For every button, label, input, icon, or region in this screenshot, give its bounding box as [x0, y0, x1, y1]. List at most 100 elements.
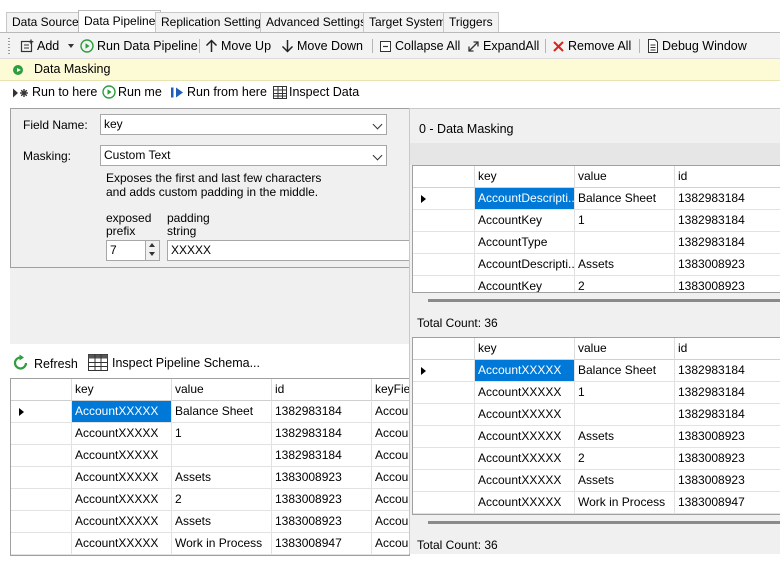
table-cell[interactable]: Work in Process [172, 533, 272, 555]
row-header[interactable] [413, 188, 475, 210]
table-cell[interactable]: 2 [575, 448, 675, 470]
table-cell[interactable]: Accour [372, 423, 409, 445]
table-row[interactable]: AccountXXXXX 1382983184 [413, 404, 780, 426]
table-cell[interactable]: 1383008923 [675, 448, 780, 470]
masked-data-grid[interactable]: key value id AccountXXXXX Balance Sheet 13… [412, 337, 780, 515]
table-cell[interactable]: AccountXXXXX [72, 489, 172, 511]
tab-triggers[interactable]: Triggers [443, 12, 499, 32]
table-cell[interactable]: Balance Sheet [575, 188, 675, 210]
table-row[interactable]: AccountXXXXX Balance Sheet 1382983184 Accou… [11, 401, 409, 423]
table-row[interactable]: AccountXXXXX 2 1383008923 Accour [11, 489, 409, 511]
toolbar-grip[interactable] [8, 38, 10, 54]
table-cell[interactable]: AccountXXXXX [475, 382, 575, 404]
debug-window-button[interactable]: Debug Window [647, 37, 747, 55]
column-header-keyfield[interactable]: keyFie [372, 379, 409, 401]
pipeline-step-row[interactable]: Data Masking [0, 59, 780, 81]
table-cell[interactable]: AccountXXXXX [475, 470, 575, 492]
column-header-value[interactable]: value [575, 166, 675, 188]
table-row[interactable]: AccountKey 2 1383008923 [413, 276, 780, 292]
table-cell[interactable]: AccountDescripti... [475, 254, 575, 276]
table-cell[interactable]: AccountXXXXX [72, 423, 172, 445]
tab-data-source[interactable]: Data Source [6, 12, 85, 32]
table-cell[interactable]: 1382983184 [675, 382, 780, 404]
row-header[interactable] [11, 511, 72, 533]
row-header[interactable] [413, 448, 475, 470]
table-cell[interactable]: AccountXXXXX [72, 511, 172, 533]
column-header-key[interactable]: key [475, 166, 575, 188]
pipeline-output-grid[interactable]: key value id keyFie AccountXXXXX Balance … [10, 378, 410, 556]
collapse-all-button[interactable]: Collapse All [379, 37, 460, 55]
table-cell[interactable]: 1383008923 [272, 467, 372, 489]
table-row[interactable]: AccountDescripti... Assets 1383008923 [413, 254, 780, 276]
table-cell[interactable]: 1383008947 [272, 533, 372, 555]
table-cell[interactable]: AccountXXXXX [72, 467, 172, 489]
table-row[interactable]: AccountXXXXX Work in Process 1383008947 Acc… [11, 533, 409, 555]
run-from-here-button[interactable]: Run from here [170, 85, 267, 99]
row-header[interactable] [11, 533, 72, 555]
run-to-here-button[interactable]: Run to here [12, 85, 97, 99]
tab-advanced-settings[interactable]: Advanced Settings [260, 12, 373, 32]
table-cell[interactable]: AccountXXXXX [475, 426, 575, 448]
table-cell[interactable]: 1382983184 [675, 360, 780, 382]
row-header[interactable] [11, 401, 72, 423]
input-data-grid[interactable]: key value id AccountDescripti... Balance … [412, 165, 780, 293]
run-data-pipeline-button[interactable]: Run Data Pipeline [80, 37, 198, 55]
move-down-button[interactable]: Move Down [281, 37, 363, 55]
table-cell[interactable]: Assets [172, 467, 272, 489]
table-cell[interactable]: 1382983184 [272, 423, 372, 445]
row-header[interactable] [413, 360, 475, 382]
table-cell[interactable] [172, 445, 272, 467]
table-cell[interactable]: AccountType [475, 232, 575, 254]
table-cell[interactable]: Accour [372, 511, 409, 533]
table-cell[interactable]: AccountXXXXX [475, 360, 575, 382]
column-header-key[interactable]: key [72, 379, 172, 401]
table-cell[interactable]: AccountXXXXX [475, 404, 575, 426]
table-row[interactable]: AccountXXXXX 1 1382983184 Accour [11, 423, 409, 445]
table-cell[interactable]: 1 [172, 423, 272, 445]
table-cell[interactable]: AccountXXXXX [475, 448, 575, 470]
scrollbar-thumb[interactable] [428, 521, 780, 524]
column-header-id[interactable]: id [675, 166, 780, 188]
row-header[interactable] [413, 470, 475, 492]
row-header[interactable] [11, 467, 72, 489]
stepper-up-icon[interactable] [149, 243, 155, 247]
remove-all-button[interactable]: Remove All [552, 37, 631, 55]
row-header[interactable] [413, 426, 475, 448]
table-cell[interactable]: Accour [372, 467, 409, 489]
table-row[interactable]: AccountXXXXX Assets 1383008923 [413, 426, 780, 448]
column-header-id[interactable]: id [272, 379, 372, 401]
stepper-buttons[interactable] [145, 241, 159, 260]
move-up-button[interactable]: Move Up [205, 37, 271, 55]
table-cell[interactable]: 1 [575, 382, 675, 404]
tab-target-system[interactable]: Target System [363, 12, 452, 32]
column-header-value[interactable]: value [575, 338, 675, 360]
table-cell[interactable]: AccountDescripti... [475, 188, 575, 210]
table-cell[interactable]: 1383008923 [272, 511, 372, 533]
row-header[interactable] [413, 404, 475, 426]
table-row[interactable]: AccountXXXXX Assets 1383008923 [413, 470, 780, 492]
refresh-button[interactable]: Refresh [12, 354, 78, 372]
table-cell[interactable]: 1382983184 [272, 401, 372, 423]
table-cell[interactable]: 2 [575, 276, 675, 292]
table-row[interactable]: AccountXXXXX Work in Process 1383008947 [413, 492, 780, 514]
table-cell[interactable]: Balance Sheet [172, 401, 272, 423]
column-header-value[interactable]: value [172, 379, 272, 401]
table-cell[interactable] [575, 232, 675, 254]
row-header[interactable] [413, 210, 475, 232]
table-cell[interactable]: 1382983184 [272, 445, 372, 467]
table-cell[interactable]: AccountKey [475, 276, 575, 292]
table-row[interactable]: AccountDescripti... Balance Sheet 13829831… [413, 188, 780, 210]
masking-type-dropdown[interactable]: Custom Text [100, 145, 387, 166]
table-cell[interactable]: AccountKey [475, 210, 575, 232]
stepper-down-icon[interactable] [149, 252, 155, 256]
horizontal-scrollbar[interactable] [412, 515, 780, 531]
tab-data-pipeline[interactable]: Data Pipeline [78, 10, 162, 33]
add-button[interactable]: Add [20, 37, 74, 55]
table-cell[interactable]: 1 [575, 210, 675, 232]
table-row[interactable]: AccountXXXXX Assets 1383008923 Accour [11, 467, 409, 489]
table-cell[interactable]: Work in Process [575, 492, 675, 514]
table-cell[interactable]: 1383008923 [272, 489, 372, 511]
table-cell[interactable]: 1383008923 [675, 254, 780, 276]
row-header[interactable] [11, 489, 72, 511]
horizontal-scrollbar[interactable] [412, 293, 780, 309]
